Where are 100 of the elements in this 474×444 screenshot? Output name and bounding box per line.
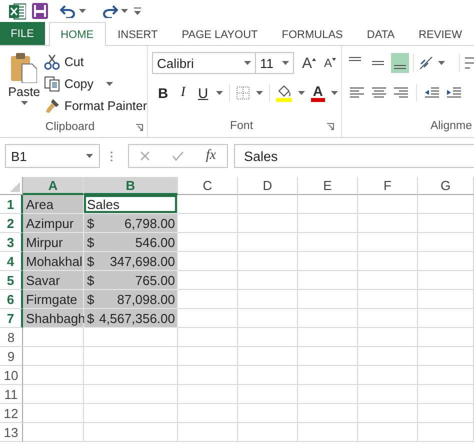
customize-icon[interactable] (134, 7, 141, 15)
vertical-align-button[interactable] (390, 53, 410, 73)
save-icon[interactable] (32, 3, 48, 19)
ribbon-tab[interactable]: HOME (48, 22, 106, 46)
column-header[interactable]: C (178, 177, 238, 195)
table-cell (238, 385, 298, 404)
caret-icon[interactable] (282, 61, 289, 65)
table-cell (178, 423, 238, 442)
caret-icon[interactable] (20, 101, 28, 105)
table-cell (418, 423, 474, 442)
caret-icon[interactable] (256, 91, 264, 95)
ribbon-tab[interactable]: PAGE LAYOUT (170, 22, 270, 46)
cut-button[interactable]: Cut (44, 51, 147, 73)
caret-icon[interactable] (216, 91, 224, 95)
row-header[interactable]: 7 (0, 309, 23, 328)
table-cell (238, 195, 298, 214)
dialog-launcher-icon[interactable] (327, 122, 334, 130)
paste-icon[interactable] (11, 53, 38, 83)
row-header[interactable]: 6 (0, 290, 23, 309)
row-header[interactable]: 11 (0, 385, 23, 404)
column-header[interactable]: B (84, 177, 178, 195)
caret-icon[interactable] (121, 9, 128, 13)
font-name-field[interactable]: Calibri (152, 52, 256, 74)
table-cell: Firmgate (23, 290, 84, 309)
row-header[interactable]: 3 (0, 233, 23, 252)
file-tab[interactable]: FILE (0, 22, 45, 45)
ribbon-tab[interactable]: DATA (354, 22, 407, 46)
table-cell (238, 328, 298, 347)
table-cell (418, 214, 474, 233)
ribbon-tab[interactable]: INSERT (106, 22, 170, 46)
row-header[interactable]: 9 (0, 347, 23, 366)
left-align-icon[interactable] (350, 87, 364, 99)
bold-button[interactable]: B (156, 85, 170, 101)
column-header[interactable]: A (23, 177, 84, 195)
table-cell (358, 195, 418, 214)
row-header[interactable]: 4 (0, 252, 23, 271)
caret-icon[interactable] (438, 61, 446, 65)
resize-handle-icon[interactable] (110, 150, 113, 162)
paste-button[interactable]: Paste (4, 51, 44, 117)
group-label: Clipboard (45, 121, 95, 133)
spreadsheet-app-icon (9, 2, 26, 20)
table-cell: Sales (84, 195, 178, 214)
shrink-font-button[interactable]: A (324, 56, 336, 70)
redo-icon[interactable] (102, 4, 118, 18)
table-cell (298, 404, 358, 423)
increase-indent-icon[interactable] (447, 87, 461, 99)
font-color-button[interactable]: A (310, 84, 326, 102)
table-cell (298, 214, 358, 233)
caret-icon[interactable] (331, 91, 338, 95)
table-cell (358, 404, 418, 423)
middle-align-icon (372, 61, 384, 65)
table-cell (418, 271, 474, 290)
wrap-text-icon[interactable] (464, 55, 474, 71)
undo-icon[interactable] (60, 4, 76, 18)
caret-icon[interactable] (106, 82, 113, 86)
font-size-field[interactable]: 11 (255, 52, 294, 74)
copy-button[interactable]: Copy (44, 73, 147, 95)
table-cell: Azimpur (23, 214, 84, 233)
table-cell (238, 252, 298, 271)
table-cell (178, 271, 238, 290)
row-header[interactable]: 10 (0, 366, 23, 385)
grow-font-button[interactable]: A (302, 54, 316, 72)
caret-icon[interactable] (244, 61, 251, 65)
insert-function-button[interactable]: fx (206, 148, 216, 164)
underline-button[interactable]: U (196, 85, 210, 101)
borders-icon[interactable] (236, 86, 250, 100)
row-header[interactable]: 13 (0, 423, 23, 442)
column-header[interactable]: G (418, 177, 474, 195)
column-header[interactable]: F (358, 177, 418, 195)
column-header[interactable]: E (298, 177, 358, 195)
ribbon-tab[interactable]: FORMULAS (270, 22, 355, 46)
ribbon-tab[interactable]: REVIEW (406, 22, 474, 46)
check-icon[interactable] (172, 151, 184, 161)
row-header[interactable]: 5 (0, 271, 23, 290)
row-header[interactable]: 12 (0, 404, 23, 423)
table-cell (238, 233, 298, 252)
row-header[interactable]: 1 (0, 195, 23, 214)
formula-field[interactable]: Sales (234, 144, 474, 168)
column-header[interactable]: D (238, 177, 298, 195)
caret-icon[interactable] (79, 9, 86, 13)
decrease-indent-icon[interactable] (425, 87, 439, 99)
table-cell (358, 347, 418, 366)
table-cell (358, 271, 418, 290)
center-align-icon[interactable] (372, 87, 386, 99)
caret-icon[interactable] (298, 91, 305, 95)
dialog-launcher-icon[interactable] (136, 124, 144, 130)
row-header[interactable]: 8 (0, 328, 23, 347)
format-painter-button[interactable]: Format Painter (44, 95, 147, 117)
table-cell (23, 385, 84, 404)
row-header[interactable]: 2 (0, 214, 23, 233)
right-align-icon[interactable] (394, 87, 408, 99)
table-cell (358, 214, 418, 233)
name-box[interactable]: B1 (5, 144, 100, 168)
caret-icon[interactable] (86, 154, 93, 158)
italic-button[interactable]: I (176, 85, 190, 101)
text-angle-icon[interactable] (418, 55, 434, 71)
table-cell (298, 252, 358, 271)
table-cell (238, 366, 298, 385)
paint-bucket-icon[interactable] (276, 84, 292, 102)
table-cell: Mohakhal (23, 252, 84, 271)
